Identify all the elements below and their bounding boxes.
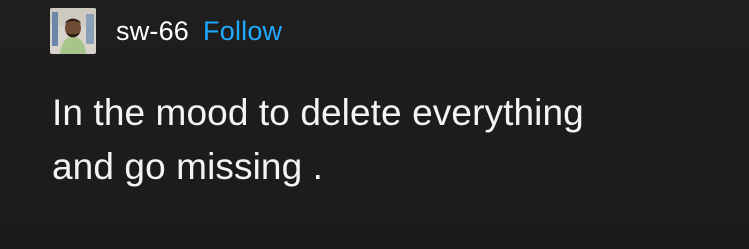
- post-body: In the mood to delete everything and go …: [52, 86, 732, 194]
- post-header: sw-66 Follow: [50, 8, 282, 54]
- post-text-line: In the mood to delete everything: [52, 92, 584, 133]
- follow-button[interactable]: Follow: [203, 17, 282, 45]
- post-text-line: and go missing .: [52, 146, 324, 187]
- avatar[interactable]: [50, 8, 96, 54]
- avatar-photo-icon: [50, 8, 96, 54]
- username[interactable]: sw-66: [116, 17, 189, 45]
- post-card: sw-66 Follow In the mood to delete every…: [0, 0, 749, 249]
